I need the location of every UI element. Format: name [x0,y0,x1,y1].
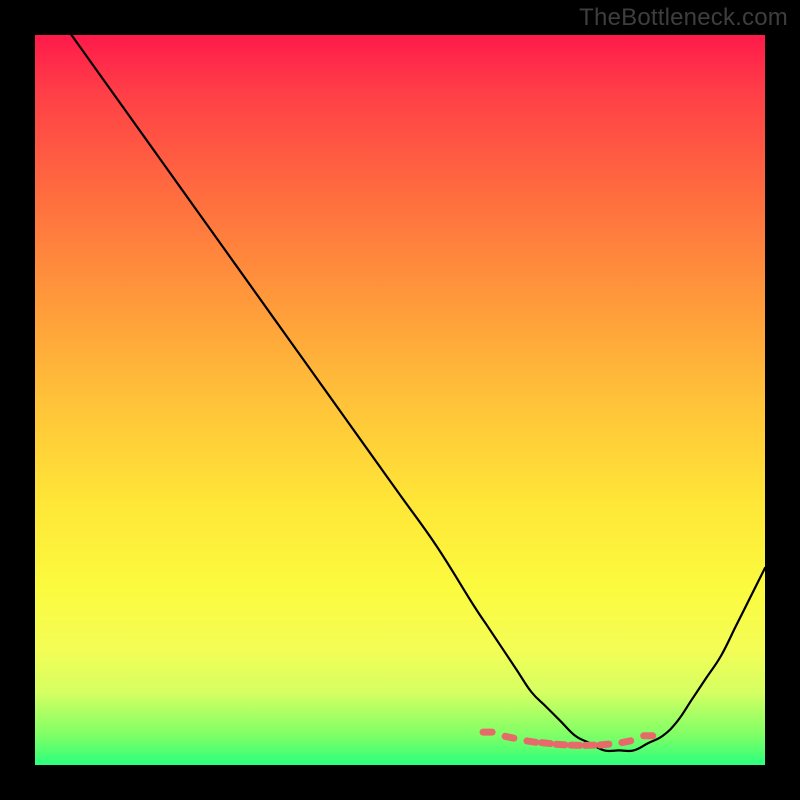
marker-dash [501,732,518,742]
chart-container: TheBottleneck.com [0,0,800,800]
plot-area [35,35,765,765]
marker-dash [552,740,568,748]
marker-dash [618,737,635,747]
marker-dash [640,732,656,739]
marker-dash [582,742,598,749]
marker-dash [523,737,540,746]
marker-dash [480,729,496,736]
optimal-range-markers [35,35,765,765]
marker-dash [596,740,613,749]
watermark-text: TheBottleneck.com [579,4,788,32]
marker-dash [567,742,583,749]
marker-dash [538,739,555,748]
